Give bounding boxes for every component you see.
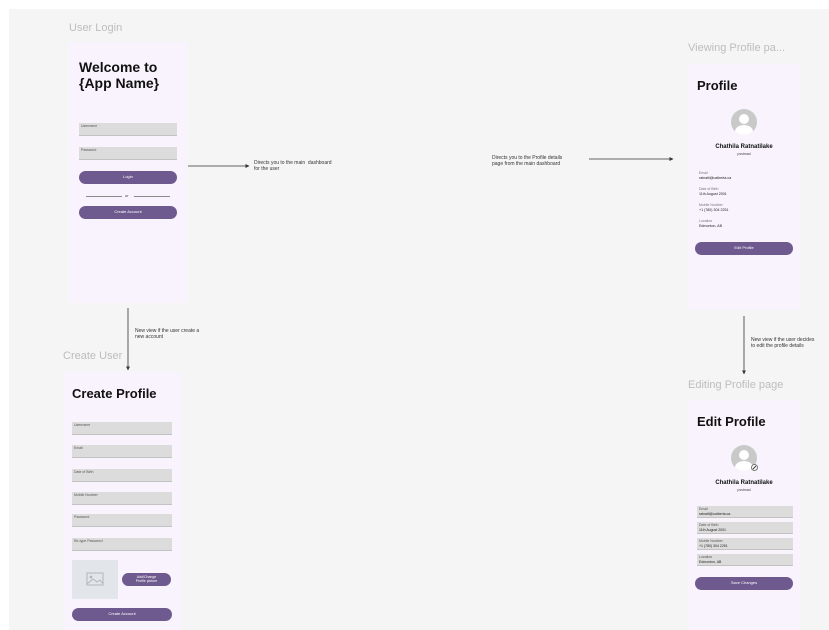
login-frame: Welcome to {App Name} Username Password … <box>69 42 187 303</box>
create-frame: Create Profile Username Email Date of Bi… <box>63 372 181 630</box>
note-dashboard-to-profile: Directs you to the Profile details page … <box>492 155 563 168</box>
dob-label: Date of Birth <box>699 187 719 191</box>
profile-picture-placeholder <box>72 560 118 599</box>
edit-avatar-pencil-icon[interactable] <box>751 464 758 471</box>
retype-password-input[interactable]: Re-type Password <box>72 538 172 551</box>
note-view-to-edit: New view if the user decides to edit the… <box>751 337 815 350</box>
edit-dob-label: Date of Birth <box>699 523 719 527</box>
note-login-to-create: New view if the user create a new accoun… <box>135 328 200 341</box>
edit-email-label: Email <box>699 507 708 511</box>
password-field[interactable]: Password <box>79 147 177 160</box>
email-input-label: Email <box>74 446 83 450</box>
edit-email-field[interactable]: Email ratnatil@ualberta.ca <box>697 506 793 518</box>
mobile-input[interactable]: Mobile Number <box>72 492 172 505</box>
note-login-to-dashboard: Directs you to the main dashboard for th… <box>254 160 332 173</box>
or-text: or <box>125 193 129 198</box>
edit-mobile-value: +1 (780) 304 2251 <box>699 544 728 548</box>
edit-dob-value: 11th August 2001 <box>699 528 726 532</box>
email-input[interactable]: Email <box>72 445 172 458</box>
edit-frame: Edit Profile Chathila Ratnatilake psstma… <box>688 400 800 630</box>
edit-dob-field[interactable]: Date of Birth 11th August 2001 <box>697 522 793 534</box>
edit-location-label: Location <box>699 555 713 559</box>
create-title: Create Profile <box>72 386 157 401</box>
change-picture-button[interactable]: Add/Change Profile picture <box>122 573 171 586</box>
login-button[interactable]: Login <box>79 171 177 184</box>
edit-profile-role: psstmad <box>737 488 751 492</box>
edit-location-value: Edmonton, AB <box>699 560 722 564</box>
pencil-glyph-icon <box>752 465 757 470</box>
save-changes-button[interactable]: Save Changes <box>695 577 793 590</box>
create-frame-label: Create User <box>63 350 123 362</box>
password-field-label: Password <box>81 148 97 152</box>
login-frame-label: User Login <box>69 22 123 34</box>
username-field-label: Username <box>81 124 98 128</box>
edit-profile-button[interactable]: Edit Profile <box>695 242 793 255</box>
mobile-label: Mobile Number <box>699 203 723 207</box>
edit-email-value: ratnatil@ualberta.ca <box>699 512 731 516</box>
mobile-input-label: Mobile Number <box>74 493 98 497</box>
username-input-label: Username <box>74 423 91 427</box>
dob-value: 11th August 2001 <box>699 192 727 196</box>
username-field[interactable]: Username <box>79 123 177 136</box>
edit-mobile-field[interactable]: Mobile Number +1 (780) 304 2251 <box>697 538 793 550</box>
avatar <box>731 109 757 135</box>
image-icon <box>86 572 104 586</box>
location-value: Edmonton, AB <box>699 224 722 228</box>
login-title: Welcome to {App Name} <box>79 59 160 92</box>
edit-frame-label: Editing Profile page <box>688 379 784 391</box>
password-input[interactable]: Password <box>72 514 172 527</box>
profile-role: psstmad <box>737 152 751 156</box>
username-input[interactable]: Username <box>72 422 172 435</box>
view-frame: Profile Chathila Ratnatilake psstmad Ema… <box>688 64 800 310</box>
view-title: Profile <box>697 78 738 93</box>
edit-title: Edit Profile <box>697 414 766 429</box>
avatar-head <box>738 113 750 125</box>
or-divider-right <box>134 196 170 197</box>
password-input-label: Password <box>74 515 90 519</box>
edit-avatar-head <box>738 449 750 461</box>
email-label: Email <box>699 171 708 175</box>
edit-profile-name: Chathila Ratnatilake <box>715 480 773 486</box>
edit-location-field[interactable]: Location Edmonton, AB <box>697 554 793 566</box>
avatar-body <box>734 125 754 135</box>
dob-input[interactable]: Date of Birth <box>72 469 172 482</box>
profile-name: Chathila Ratnatilake <box>715 144 773 150</box>
edit-mobile-label: Mobile Number <box>699 539 723 543</box>
create-account-button[interactable]: Create Account <box>79 206 177 219</box>
create-account-submit-button[interactable]: Create Account <box>72 608 172 621</box>
retype-password-input-label: Re-type Password <box>74 539 103 543</box>
location-label: Location <box>699 219 713 223</box>
mobile-value: +1 (780) 304 2251 <box>699 208 729 212</box>
email-value: ratnatil@ualberta.ca <box>699 176 732 180</box>
view-frame-label: Viewing Profile pa... <box>688 42 786 54</box>
or-divider-left <box>86 196 122 197</box>
dob-input-label: Date of Birth <box>74 470 94 474</box>
